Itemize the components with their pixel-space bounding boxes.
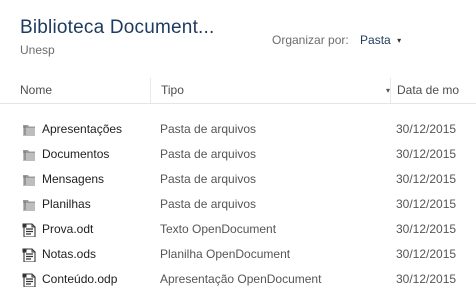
document-icon [21, 273, 36, 287]
arrange-by-dropdown[interactable]: Pasta [360, 33, 391, 47]
file-type: Pasta de arquivos [160, 197, 257, 211]
file-name: Apresentações [42, 122, 123, 136]
file-name: Planilhas [42, 197, 91, 211]
file-name: Documentos [42, 147, 110, 161]
column-header-date-label: Data de mo [397, 83, 460, 97]
file-row[interactable]: Apresentações Pasta de arquivos 30/12/2015 [0, 118, 476, 143]
file-row[interactable]: Conteúdo.odp Apresentação OpenDocument 30/… [0, 268, 476, 293]
file-row[interactable]: Planilhas Pasta de arquivos 30/12/2015 [0, 193, 476, 218]
file-date: 30/12/2015 [396, 197, 457, 211]
file-list: Apresentações Pasta de arquivos 30/12/2015… [0, 118, 476, 293]
file-date: 30/12/2015 [396, 122, 457, 136]
file-date: 30/12/2015 [396, 147, 457, 161]
file-name: Prova.odt [42, 222, 94, 236]
file-name: Mensagens [42, 172, 105, 186]
library-title: Biblioteca Document... [20, 17, 215, 38]
file-type: Pasta de arquivos [160, 172, 257, 186]
arrange-by: Organizar por: Pasta ▾ [272, 33, 401, 47]
file-row[interactable]: Prova.odt Texto OpenDocument 30/12/2015 [0, 218, 476, 243]
file-type: Pasta de arquivos [160, 122, 257, 136]
file-name: Notas.ods [42, 247, 97, 261]
file-date: 30/12/2015 [396, 272, 457, 286]
file-date: 30/12/2015 [396, 247, 457, 261]
chevron-down-icon[interactable]: ▾ [397, 36, 401, 45]
document-icon [21, 248, 36, 262]
library-subtitle: Unesp [20, 43, 55, 57]
document-icon [21, 223, 36, 237]
file-name: Conteúdo.odp [42, 272, 118, 286]
arrange-by-label: Organizar por: [272, 33, 349, 47]
file-row[interactable]: Mensagens Pasta de arquivos 30/12/2015 [0, 168, 476, 193]
file-type: Pasta de arquivos [160, 147, 257, 161]
file-row[interactable]: Notas.ods Planilha OpenDocument 30/12/2015 [0, 243, 476, 268]
file-row[interactable]: Documentos Pasta de arquivos 30/12/2015 [0, 143, 476, 168]
library-header: Biblioteca Document... Unesp Organizar p… [0, 0, 476, 78]
file-date: 30/12/2015 [396, 172, 457, 186]
column-header-name[interactable]: Nome [20, 78, 52, 103]
folder-icon [22, 199, 36, 212]
folder-icon [22, 124, 36, 137]
file-type: Planilha OpenDocument [160, 247, 291, 261]
file-type: Apresentação OpenDocument [160, 272, 322, 286]
column-header-type[interactable]: Tipo ▾ [150, 78, 390, 103]
file-date: 30/12/2015 [396, 222, 457, 236]
column-header-bar: Nome Tipo ▾ Data de mo [0, 78, 476, 104]
folder-icon [22, 174, 36, 187]
column-header-date[interactable]: Data de mo [390, 78, 459, 103]
file-type: Texto OpenDocument [160, 222, 277, 236]
column-header-type-label: Tipo [161, 83, 184, 97]
folder-icon [22, 149, 36, 162]
